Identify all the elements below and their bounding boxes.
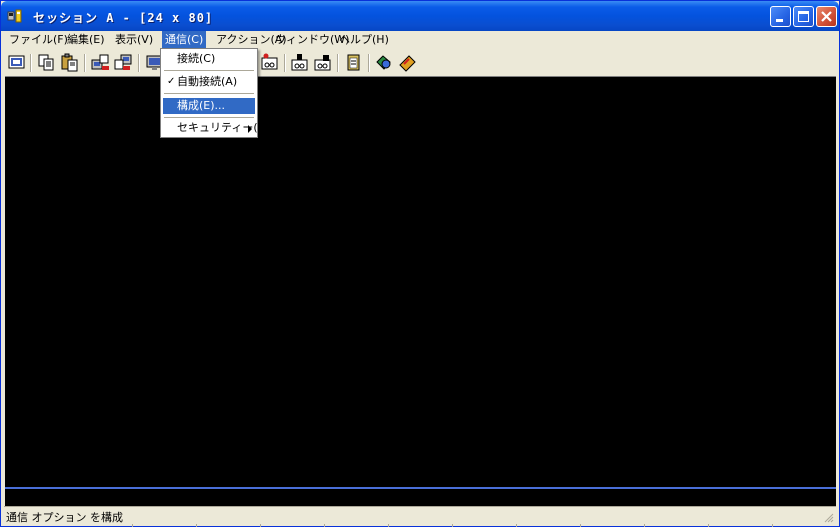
window-title: セッション A - [24 x 80]: [33, 11, 214, 25]
menu-communication[interactable]: 通信(C): [162, 31, 207, 48]
screen-icon[interactable]: [6, 52, 27, 73]
play-macro-icon[interactable]: [289, 52, 310, 73]
close-icon: [821, 11, 832, 22]
communication-menu: 接続(C) ✓ 自動接続(A) 構成(E)... セキュリティー(S): [160, 48, 269, 138]
toolbar-separator: [337, 54, 339, 72]
menu-bar: ファイル(F) 編集(E) 表示(V) 通信(C) アクション(A) ウィンドウ…: [4, 31, 836, 49]
toolbar-separator: [138, 54, 140, 72]
menu-separator: [164, 70, 254, 71]
receive-icon[interactable]: [113, 52, 134, 73]
menu-separator: [164, 117, 254, 118]
keymap-icon[interactable]: [397, 52, 418, 73]
app-window: セッション A - [24 x 80] ファイル(F) 編集(E) 表示(V) …: [0, 0, 840, 527]
resize-grip-icon[interactable]: [822, 511, 834, 523]
minimize-icon: [776, 19, 783, 22]
maximize-button[interactable]: [793, 6, 814, 27]
menu-item-connect[interactable]: 接続(C): [163, 51, 255, 67]
status-bar: 通信 オプション を構成: [4, 506, 836, 527]
menu-view[interactable]: 表示(V): [112, 31, 156, 48]
run-macro-icon[interactable]: [312, 52, 333, 73]
toolbar-separator: [368, 54, 370, 72]
clipboard-icon[interactable]: [343, 52, 364, 73]
close-button[interactable]: [816, 6, 837, 27]
menu-help[interactable]: ヘルプ(H): [336, 31, 392, 48]
title-bar[interactable]: セッション A - [24 x 80]: [1, 1, 839, 31]
toolbar-separator: [30, 54, 32, 72]
maximize-icon: [798, 11, 809, 22]
menu-separator: [164, 93, 254, 94]
menu-item-configure[interactable]: 構成(E)...: [163, 98, 255, 114]
session-app-icon[interactable]: [7, 8, 23, 24]
minimize-button[interactable]: [770, 6, 791, 27]
record-icon[interactable]: [259, 52, 280, 73]
menu-item-auto-connect[interactable]: ✓ 自動接続(A): [163, 74, 255, 90]
paste-icon[interactable]: [59, 52, 80, 73]
send-icon[interactable]: [90, 52, 111, 73]
submenu-arrow-icon: [248, 125, 252, 133]
checkmark-icon: ✓: [167, 76, 176, 87]
menu-file[interactable]: ファイル(F): [6, 31, 71, 48]
toolbar-separator: [284, 54, 286, 72]
status-message: 通信 オプション を構成: [6, 511, 123, 524]
globe-icon[interactable]: [374, 52, 395, 73]
toolbar-separator: [84, 54, 86, 72]
copy-icon[interactable]: [36, 52, 57, 73]
menu-item-security[interactable]: セキュリティー(S): [163, 120, 269, 136]
menu-edit[interactable]: 編集(E): [64, 31, 108, 48]
operator-info-area: [5, 487, 836, 507]
toolbar: [4, 51, 836, 75]
terminal-screen[interactable]: [5, 76, 836, 488]
